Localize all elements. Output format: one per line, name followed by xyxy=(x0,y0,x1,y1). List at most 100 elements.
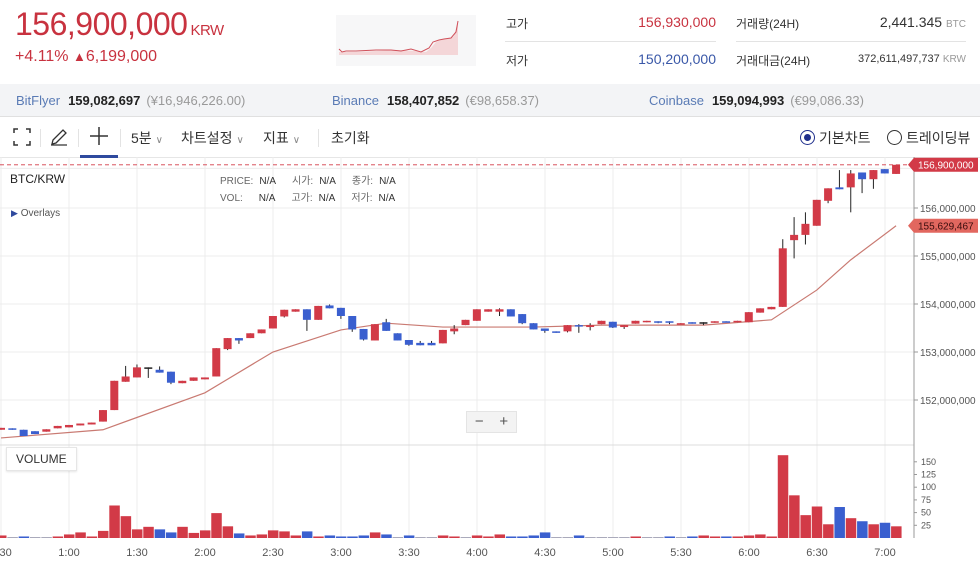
volume-bar xyxy=(653,537,664,538)
time-tick-label: 7:00 xyxy=(874,547,895,559)
fullscreen-button[interactable] xyxy=(12,127,32,150)
candle-body xyxy=(268,316,277,329)
volume-bar xyxy=(607,537,619,538)
volume-bar xyxy=(18,536,30,538)
candle-body xyxy=(778,248,787,307)
volume-bar xyxy=(766,536,777,538)
volume-bar xyxy=(165,532,177,538)
volume-panel-title: VOLUME xyxy=(6,447,77,471)
volume-bar xyxy=(29,537,41,538)
candle-body xyxy=(484,309,493,312)
crosshair-button[interactable] xyxy=(80,123,118,158)
overlays-toggle[interactable]: ▶ Overlays xyxy=(11,208,60,219)
volume-bar xyxy=(777,455,789,538)
price-tick-label: 152,000,000 xyxy=(920,396,976,407)
reset-button[interactable]: 초기화 xyxy=(331,128,370,148)
vol-info-label: VOL: xyxy=(220,193,243,204)
volume-bar xyxy=(789,495,800,538)
interval-dropdown[interactable]: 5분 ∨ xyxy=(131,128,163,148)
time-tick-label: 5:00 xyxy=(602,547,623,559)
volume-bar xyxy=(199,530,211,538)
candle-body xyxy=(155,369,164,373)
zoom-out-button[interactable]: − xyxy=(467,412,492,432)
volume-bar xyxy=(86,536,98,538)
volume-bar xyxy=(483,536,494,538)
chart-settings-dropdown[interactable]: 차트설정 ∨ xyxy=(181,128,244,148)
exchange-local: (¥16,946,226.00) xyxy=(146,93,246,108)
volume-bar xyxy=(630,536,641,538)
volume-bar xyxy=(675,537,687,538)
draw-button[interactable] xyxy=(49,127,69,150)
exchange-name: Binance xyxy=(332,93,379,108)
price-value: 156,900,000 xyxy=(15,6,188,42)
volume-bar xyxy=(358,535,370,538)
candle-body xyxy=(665,321,674,323)
volume-tick-label: 25 xyxy=(921,520,931,530)
volume-bar xyxy=(256,534,268,538)
candle-body xyxy=(280,309,289,317)
candle-body xyxy=(518,314,527,324)
candle-body xyxy=(348,316,357,330)
high-info-label: 고가: xyxy=(291,193,313,204)
candle-body xyxy=(200,377,209,380)
indicators-dropdown[interactable]: 지표 ∨ xyxy=(263,128,300,148)
candle-body xyxy=(620,325,629,328)
volume-bar xyxy=(75,532,86,538)
volume-bar xyxy=(664,536,675,538)
change-percent: +4.11% xyxy=(15,48,69,65)
last-price-tag: 156,900,000 xyxy=(918,160,974,171)
candle-body xyxy=(733,320,742,323)
volume-bar xyxy=(415,537,426,538)
sparkline xyxy=(336,15,476,66)
candle-body xyxy=(801,223,810,235)
candle-body xyxy=(76,423,85,426)
exchange-krw: 159,094,993 xyxy=(711,93,785,108)
candle-body xyxy=(812,199,821,226)
price-unit: KRW xyxy=(190,22,224,39)
exchange-name: Coinbase xyxy=(649,93,704,108)
candle-body xyxy=(563,325,572,332)
candle-body xyxy=(382,322,391,331)
candle-body xyxy=(246,333,255,339)
volume-bar xyxy=(335,536,347,538)
candlestick-chart[interactable]: 152,000,000 153,000,000 154,000,000 155,000… xyxy=(0,157,980,564)
exchange-local: (€98,658.37) xyxy=(465,93,540,108)
candle-body xyxy=(291,309,300,312)
chevron-down-icon: ∨ xyxy=(155,135,163,146)
volume-bar xyxy=(619,537,630,538)
divider xyxy=(78,129,79,147)
candle-body xyxy=(824,188,833,201)
volume-24h-value: 2,441.345 xyxy=(879,14,943,30)
trading-view-radio[interactable]: 트레이딩뷰 xyxy=(887,128,970,148)
zoom-in-button[interactable]: + xyxy=(492,412,517,432)
exchange-local: (€99,086.33) xyxy=(790,93,864,108)
overlays-label: Overlays xyxy=(20,208,61,219)
candle-body xyxy=(880,169,889,174)
volume-bar xyxy=(347,536,358,538)
candle-body xyxy=(42,429,51,432)
basic-chart-radio[interactable]: 기본차트 xyxy=(800,128,871,148)
volume-bar xyxy=(437,535,449,538)
volume-bar xyxy=(585,537,596,538)
volume-bar xyxy=(891,526,902,538)
candle-body xyxy=(597,320,606,325)
candle-body xyxy=(461,319,470,326)
candle-body xyxy=(8,428,17,430)
candle-body xyxy=(495,309,504,312)
candle-body xyxy=(393,333,402,341)
crosshair-icon xyxy=(90,127,108,145)
candle-body xyxy=(676,323,685,325)
amount-24h: 372,611,497,737 KRW xyxy=(820,53,966,65)
candle-body xyxy=(472,309,481,321)
volume-bar xyxy=(52,536,64,538)
chevron-down-icon: ∨ xyxy=(236,135,244,146)
price-tick-label: 156,000,000 xyxy=(920,204,976,215)
amount-24h-label: 거래대금(24H) xyxy=(736,54,811,68)
exchange-binance: Binance 158,407,852 (€98,658.37) xyxy=(332,93,539,108)
volume-bar xyxy=(109,505,120,538)
price-tick-label: 154,000,000 xyxy=(920,300,976,311)
volume-bar xyxy=(41,537,52,538)
volume-bar xyxy=(868,524,879,538)
candle-body xyxy=(654,321,663,323)
amount-24h-value: 372,611,497,737 xyxy=(858,53,940,65)
